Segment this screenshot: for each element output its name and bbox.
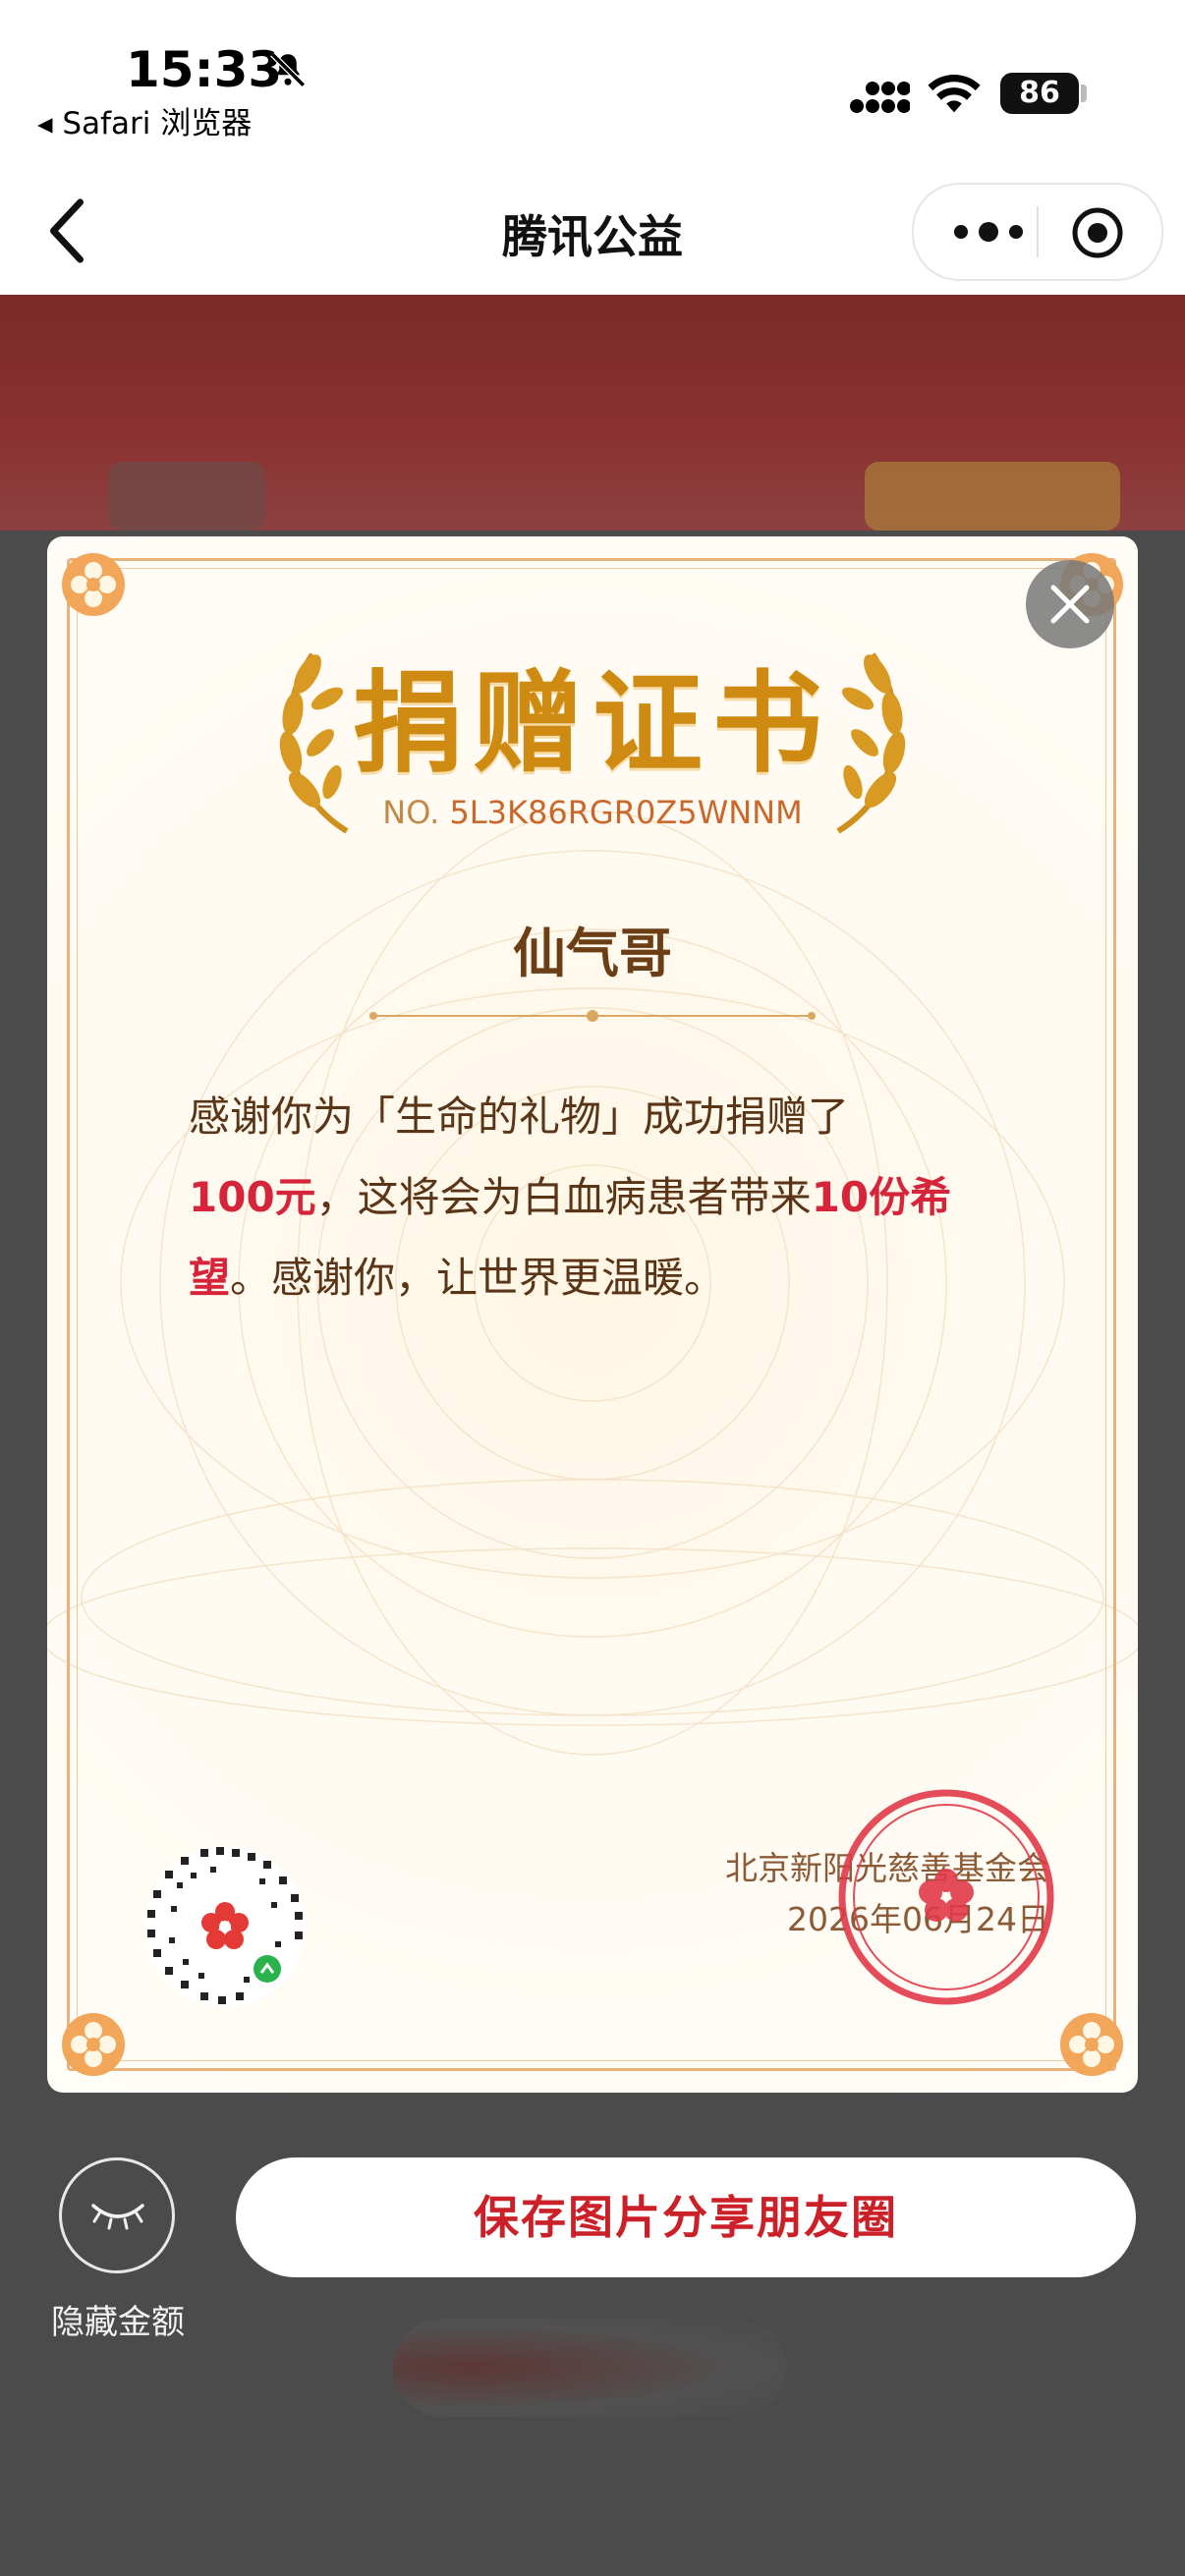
certificate-number: NO. 5L3K86RGR0Z5WNNM: [47, 794, 1138, 831]
message-part-3: 。感谢你，让世界更温暖。: [230, 1254, 726, 1302]
corner-flower-icon: [62, 2013, 125, 2076]
background-element: [108, 462, 265, 531]
save-share-moments-button[interactable]: 保存图片分享朋友圈: [236, 2157, 1136, 2277]
hide-amount-label[interactable]: 隐藏金额: [29, 2295, 206, 2343]
corner-flower-icon: [62, 553, 125, 616]
donation-amount: 100元: [189, 1173, 316, 1221]
certificate-number-prefix: NO.: [382, 794, 450, 831]
close-certificate-button[interactable]: [1026, 560, 1114, 648]
certificate-title: 捐赠证书: [353, 659, 832, 788]
close-icon: [1050, 585, 1090, 624]
certificate-number-value: 5L3K86RGR0Z5WNNM: [449, 794, 803, 831]
status-time: 15:33: [126, 41, 283, 98]
miniprogram-capsule: [912, 183, 1163, 281]
battery-indicator: 86: [1000, 73, 1079, 114]
top-bar: 15:33 ◂ Safari 浏览器 86 腾讯公益: [0, 0, 1185, 295]
closed-eye-icon: [91, 2204, 144, 2230]
back-to-safari-link[interactable]: ◂ Safari 浏览器: [37, 98, 252, 142]
background-element: [393, 2319, 786, 2417]
corner-flower-icon: [1060, 2013, 1123, 2076]
donor-name: 仙气哥: [513, 923, 672, 984]
donation-seal-stamp: [838, 1789, 1054, 2005]
bell-muted-icon: [270, 52, 306, 87]
close-miniprogram-icon[interactable]: [1071, 206, 1124, 259]
message-part-2: ，这将会为白血病患者带来: [315, 1173, 812, 1221]
more-dots-icon[interactable]: [947, 212, 1030, 252]
message-part-1: 感谢你为「生命的礼物」成功捐赠了: [189, 1092, 850, 1141]
background-element: [865, 462, 1120, 531]
wifi-icon: [928, 75, 981, 113]
donation-certificate: 捐赠证书 NO. 5L3K86RGR0Z5WNNM 仙气哥 感谢你为「生命的礼物…: [47, 536, 1138, 2093]
hide-amount-button[interactable]: [59, 2157, 175, 2273]
capsule-divider: [1037, 206, 1039, 257]
battery-cap: [1081, 84, 1087, 102]
certificate-message: 感谢你为「生命的礼物」成功捐赠了 100元，这将会为白血病患者带来10份希望。感谢…: [189, 1077, 1004, 1318]
ornamental-divider: [369, 1010, 816, 1022]
miniprogram-qr-code: [144, 1846, 306, 2007]
signal-icon: [850, 82, 910, 113]
